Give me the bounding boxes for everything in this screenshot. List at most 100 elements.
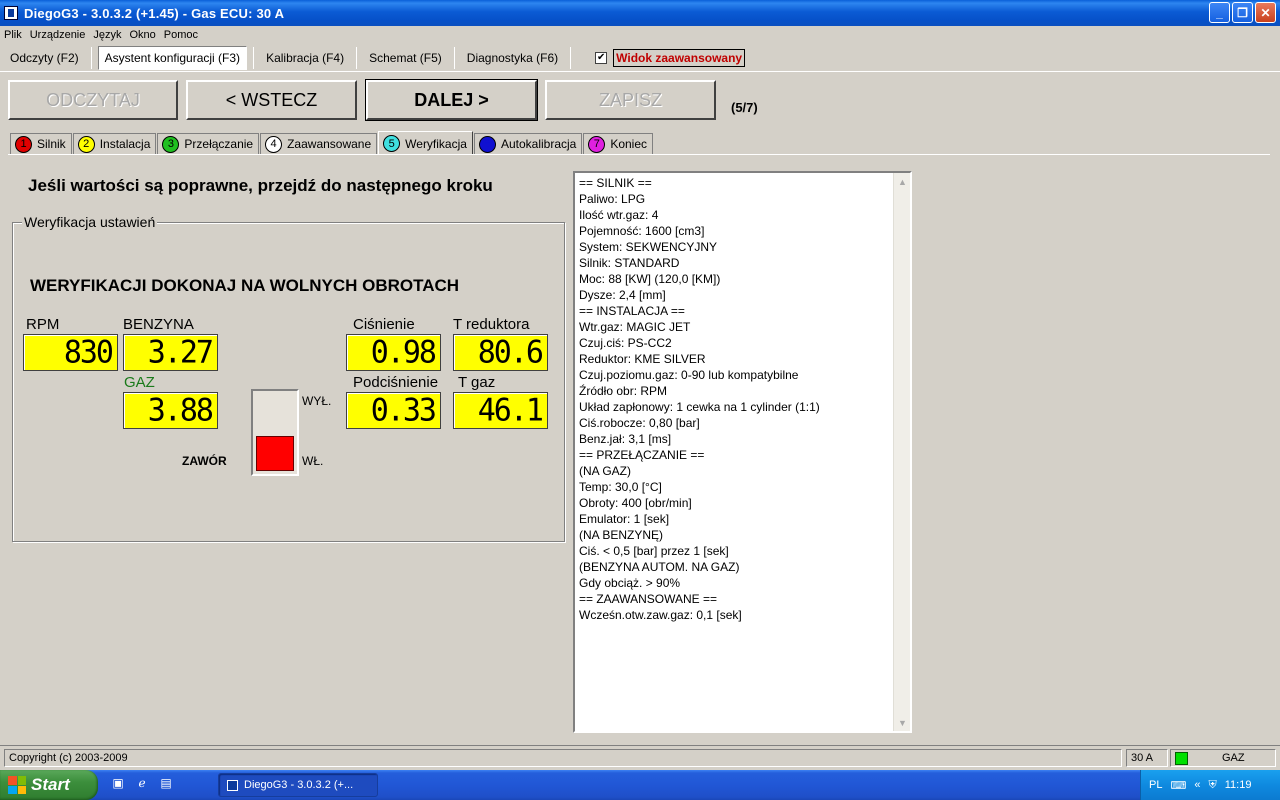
benzyna-value: 3.27 — [147, 334, 214, 371]
summary-line: Układ zapłonowy: 1 cewka na 1 cylinder (… — [579, 400, 820, 414]
summary-line: Silnik: STANDARD — [579, 256, 680, 270]
summary-line: == ZAAWANSOWANE == — [579, 592, 718, 606]
advanced-view-checkbox[interactable]: ✔ — [595, 51, 608, 64]
summary-line: Gdy obciąż. > 90% — [579, 576, 681, 590]
mode-diagnostyka[interactable]: Diagnostyka (F6) — [461, 47, 564, 69]
tab-przelaczanie[interactable]: 3 Przełączanie — [157, 133, 260, 154]
status-copyright: Copyright (c) 2003-2009 — [4, 749, 1122, 767]
start-button[interactable]: Start — [0, 770, 98, 800]
tab-autokalibracja[interactable]: 6 Autokalibracja — [473, 133, 583, 154]
summary-scrollbar[interactable]: ▲ ▼ — [893, 173, 910, 731]
close-button[interactable]: ✕ — [1255, 2, 1276, 23]
summary-line: Reduktor: KME SILVER — [579, 352, 706, 366]
menu-plik[interactable]: Plik — [4, 29, 22, 41]
clock[interactable]: 11:19 — [1225, 779, 1252, 791]
security-shield-icon[interactable]: ⛨ — [1208, 779, 1216, 792]
app-icon[interactable] — [4, 6, 18, 20]
groupbox-title-text: Weryfikacja ustawień — [24, 214, 156, 230]
tab-label: Przełączanie — [184, 137, 254, 151]
menu-bar: Plik Urządzenie Język Okno Pomoc — [0, 26, 1280, 44]
window-title: DiegoG3 - 3.0.3.2 (+1.45) - Gas ECU: 30 … — [24, 5, 285, 21]
gaz-value: 3.88 — [147, 392, 214, 429]
summary-line: Wtr.gaz: MAGIC JET — [579, 320, 691, 334]
idle-warning: WERYFIKACJI DOKONAJ NA WOLNYCH OBROTACH — [30, 276, 460, 295]
rpm-value: 830 — [63, 334, 114, 371]
wizard-tabs: 1 Silnik 2 Instalacja 3 Przełączanie 4 Z… — [10, 130, 654, 155]
next-button[interactable]: DALEJ > — [365, 79, 538, 121]
separator — [453, 46, 455, 69]
t-reduktora-label: T reduktora — [453, 316, 530, 333]
mode-odczyty[interactable]: Odczyty (F2) — [4, 47, 85, 69]
config-summary-box[interactable]: == SILNIK == Paliwo: LPG Ilość wtr.gaz: 4 P… — [573, 171, 912, 733]
cisnienie-label: Ciśnienie — [353, 316, 415, 333]
internet-explorer-icon[interactable]: ℯ — [134, 776, 150, 792]
tab-weryfikacja[interactable]: 5 Weryfikacja — [378, 131, 473, 155]
title-bar[interactable]: DiegoG3 - 3.0.3.2 (+1.45) - Gas ECU: 30 … — [0, 0, 1280, 26]
show-desktop-icon[interactable]: ▣ — [110, 776, 126, 792]
menu-okno[interactable]: Okno — [130, 29, 156, 41]
valve-label: ZAWÓR — [182, 454, 227, 468]
podcisnienie-value: 0.33 — [370, 392, 437, 429]
mode-schemat[interactable]: Schemat (F5) — [363, 47, 448, 69]
summary-line: Czuj.ciś: PS-CC2 — [579, 336, 672, 350]
rpm-label: RPM — [26, 316, 60, 333]
summary-line: (NA BENZYNĘ) — [579, 528, 664, 542]
back-button[interactable]: < WSTECZ — [186, 80, 357, 120]
mode-kalibracja[interactable]: Kalibracja (F4) — [260, 47, 350, 69]
menu-pomoc[interactable]: Pomoc — [164, 29, 198, 41]
start-label: Start — [31, 775, 70, 794]
tab-label: Autokalibracja — [500, 137, 577, 151]
summary-line: == PRZEŁĄCZANIE == — [579, 448, 705, 462]
tray-expand-icon[interactable]: « — [1194, 779, 1200, 791]
valve-indicator — [251, 389, 299, 476]
scroll-up-arrow-icon[interactable]: ▲ — [894, 173, 911, 190]
summary-line: Dysze: 2,4 [mm] — [579, 288, 666, 302]
summary-line: Moc: 88 [KW] (120,0 [KM]) — [579, 272, 721, 286]
fuel-led-icon — [1175, 751, 1188, 765]
tab-silnik[interactable]: 1 Silnik — [10, 133, 72, 154]
minimize-button[interactable]: _ — [1209, 2, 1230, 23]
tab-label: Zaawansowane — [287, 137, 372, 151]
summary-line: Temp: 30,0 [°C] — [579, 480, 662, 494]
tab-label: Silnik — [37, 137, 66, 151]
separator — [570, 46, 572, 69]
taskbar-item-diegog3[interactable]: DiegoG3 - 3.0.3.2 (+... — [218, 773, 378, 797]
gaz-display: 3.88 — [123, 392, 218, 429]
benzyna-label: BENZYNA — [123, 316, 194, 333]
app-icon — [227, 779, 238, 791]
valve-state-fill — [256, 436, 294, 471]
system-tray: PL ⌨ « ⛨ 11:19 — [1140, 770, 1280, 800]
t-gaz-display: 46.1 — [453, 392, 548, 429]
menu-jezyk[interactable]: Język — [93, 29, 121, 41]
tab-label: Weryfikacja — [405, 136, 467, 151]
summary-line: Benz.jał: 3,1 [ms] — [579, 432, 672, 446]
status-ecu: 30 A — [1126, 749, 1168, 767]
t-gaz-value: 46.1 — [477, 392, 544, 429]
summary-line: Obroty: 400 [obr/min] — [579, 496, 692, 510]
gaz-label: GAZ — [124, 374, 155, 391]
save-button[interactable]: ZAPISZ — [545, 80, 716, 120]
step-counter: (5/7) — [731, 100, 758, 115]
read-button[interactable]: ODCZYTAJ — [8, 80, 178, 120]
advanced-view-label[interactable]: Widok zaawansowany — [613, 48, 746, 67]
podcisnienie-display: 0.33 — [346, 392, 441, 429]
mode-asystent[interactable]: Asystent konfiguracji (F3) — [97, 45, 248, 70]
status-fuel-panel: GAZ — [1170, 749, 1276, 767]
keyboard-icon[interactable]: ⌨ — [1170, 779, 1186, 792]
tab-koniec[interactable]: 7 Koniec — [583, 133, 654, 154]
media-player-icon[interactable]: ▤ — [158, 776, 174, 792]
tab-zaawansowane[interactable]: 4 Zaawansowane — [260, 133, 378, 154]
t-gaz-label: T gaz — [458, 374, 496, 391]
maximize-button[interactable]: ❐ — [1232, 2, 1253, 23]
language-indicator[interactable]: PL — [1149, 779, 1162, 791]
summary-line: == SILNIK == — [579, 176, 652, 190]
step-7-icon: 7 — [588, 135, 606, 153]
summary-line: Pojemność: 1600 [cm3] — [579, 224, 705, 238]
menu-urzadzenie[interactable]: Urządzenie — [30, 29, 86, 41]
tab-instalacja[interactable]: 2 Instalacja — [72, 133, 157, 154]
taskbar-item-label: DiegoG3 - 3.0.3.2 (+... — [244, 779, 354, 791]
mode-toolbar: Odczyty (F2) Asystent konfiguracji (F3) … — [0, 44, 1280, 72]
scroll-down-arrow-icon[interactable]: ▼ — [894, 714, 911, 731]
summary-line: Paliwo: LPG — [579, 192, 646, 206]
step-1-icon: 1 — [15, 135, 32, 153]
